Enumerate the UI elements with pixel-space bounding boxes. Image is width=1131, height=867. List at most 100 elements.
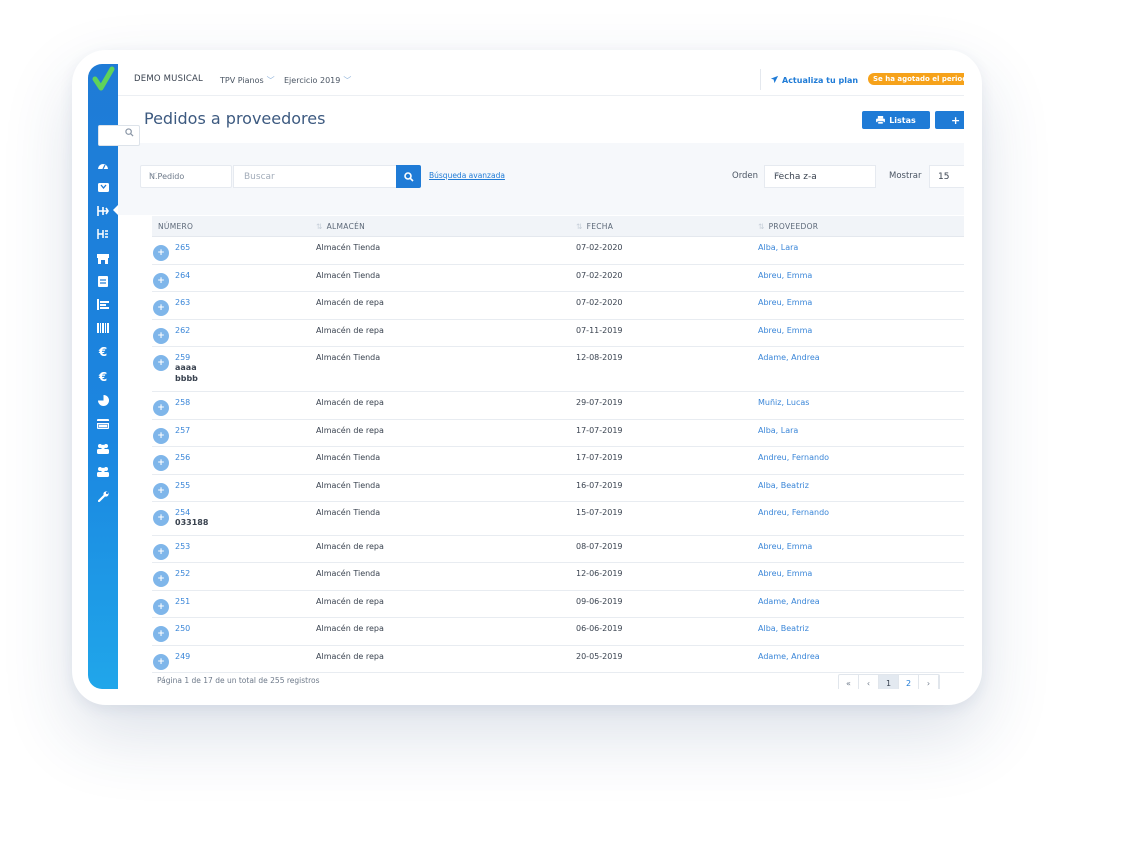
- table-row[interactable]: +256 Almacén Tienda 17-07-2019 Andreu, Fern…: [152, 447, 964, 475]
- order-number-link[interactable]: 254 033188: [175, 508, 208, 528]
- table-row[interactable]: +250 Almacén de repa 06-06-2019 Alba, Beatr…: [152, 618, 964, 646]
- euro-icon-2[interactable]: €: [95, 370, 111, 384]
- exercise-selector[interactable]: Ejercicio 2019 ﹀: [284, 75, 351, 86]
- table-row[interactable]: +264 Almacén Tienda 07-02-2020 Abreu, Emma: [152, 265, 964, 292]
- table-row[interactable]: +263 Almacén de repa 07-02-2020 Abreu, Emma: [152, 292, 964, 320]
- supplier-link[interactable]: Alba, Lara: [758, 243, 798, 252]
- table-row[interactable]: +254 033188 Almacén Tienda 15-07-2019 Andreu…: [152, 502, 964, 536]
- prev-page-button[interactable]: ‹: [859, 675, 879, 689]
- order-number-link[interactable]: 263: [175, 298, 190, 307]
- order-number-link[interactable]: 262: [175, 326, 190, 335]
- dashboard-icon[interactable]: [95, 158, 111, 172]
- upgrade-plan-link[interactable]: Actualiza tu plan: [770, 75, 858, 85]
- app-screen: € € DEMO MUSICAL TPV Pianos ﹀ Ejercicio 20…: [88, 64, 964, 689]
- order-number-link[interactable]: 256: [175, 453, 190, 462]
- pie-chart-icon[interactable]: [95, 393, 111, 407]
- expand-row-button[interactable]: +: [153, 400, 169, 416]
- supplier-link[interactable]: Adame, Andrea: [758, 652, 820, 661]
- supplier-link[interactable]: Alba, Beatriz: [758, 624, 809, 633]
- column-header-proveedor[interactable]: ⇅ PROVEEDOR: [758, 222, 818, 231]
- inbox-icon[interactable]: [95, 180, 111, 194]
- users-icon-2[interactable]: [95, 464, 111, 478]
- order-number-link[interactable]: 257: [175, 426, 190, 435]
- expand-row-button[interactable]: +: [153, 482, 169, 499]
- supplier-link[interactable]: Abreu, Emma: [758, 542, 812, 551]
- expand-row-button[interactable]: +: [153, 510, 169, 526]
- store-icon[interactable]: [95, 251, 111, 265]
- credit-card-icon[interactable]: [95, 417, 111, 431]
- add-order-button[interactable]: +: [935, 111, 964, 129]
- first-page-button[interactable]: «: [839, 675, 859, 689]
- expand-row-button[interactable]: +: [153, 543, 169, 560]
- barcode-icon[interactable]: [95, 321, 111, 335]
- order-number-link[interactable]: 265: [175, 243, 190, 252]
- column-header-fecha[interactable]: ⇅ FECHA: [576, 222, 613, 231]
- table-row[interactable]: +257 Almacén de repa 17-07-2019 Alba, Lara: [152, 420, 964, 447]
- order-number-link[interactable]: 259 aaaa bbbb: [175, 353, 198, 384]
- delivery-notes-icon[interactable]: [95, 227, 111, 241]
- expand-row-button[interactable]: +: [153, 653, 169, 670]
- order-number-link[interactable]: 264: [175, 271, 190, 280]
- search-button[interactable]: [396, 165, 421, 188]
- supplier-link[interactable]: Muñiz, Lucas: [758, 398, 809, 407]
- next-page-button[interactable]: ›: [919, 675, 939, 689]
- wrench-icon[interactable]: [95, 489, 111, 503]
- upgrade-label: Actualiza tu plan: [782, 76, 859, 85]
- supplier-link[interactable]: Alba, Lara: [758, 426, 798, 435]
- supplier-link[interactable]: Abreu, Emma: [758, 298, 812, 307]
- supplier-link[interactable]: Alba, Beatriz: [758, 481, 809, 490]
- purchase-orders-icon[interactable]: [95, 204, 111, 218]
- company-name[interactable]: DEMO MUSICAL: [134, 74, 203, 84]
- table-row[interactable]: +249 Almacén de repa 20-05-2019 Adame, Andr…: [152, 646, 964, 673]
- order-number-link[interactable]: 250: [175, 624, 190, 633]
- page-button-2[interactable]: 2: [899, 675, 919, 689]
- supplier-link[interactable]: Abreu, Emma: [758, 326, 812, 335]
- order-number-link[interactable]: 258: [175, 398, 190, 407]
- supplier-link[interactable]: Adame, Andrea: [758, 597, 820, 606]
- page-button-1[interactable]: 1: [879, 675, 899, 689]
- sidebar-search[interactable]: [98, 125, 140, 146]
- order-number-link[interactable]: 251: [175, 597, 190, 606]
- euro-icon[interactable]: €: [95, 345, 111, 359]
- expand-row-button[interactable]: +: [153, 626, 169, 642]
- table-row[interactable]: +255 Almacén Tienda 16-07-2019 Alba, Beatri…: [152, 475, 964, 502]
- order-number-link[interactable]: 253: [175, 542, 190, 551]
- users-icon[interactable]: [95, 441, 111, 455]
- table-row[interactable]: +251 Almacén de repa 09-06-2019 Adame, Andr…: [152, 591, 964, 618]
- search-field-select[interactable]: N.Pedido ﹀: [140, 165, 232, 188]
- order-select[interactable]: Fecha z-a ﹀: [764, 165, 876, 188]
- expand-row-button[interactable]: +: [153, 571, 169, 587]
- table-row[interactable]: +262 Almacén de repa 07-11-2019 Abreu, Emma: [152, 320, 964, 347]
- expand-row-button[interactable]: +: [153, 455, 169, 471]
- table-row[interactable]: +252 Almacén Tienda 12-06-2019 Abreu, Emma: [152, 563, 964, 591]
- table-row[interactable]: +258 Almacén de repa 29-07-2019 Muñiz, Luca…: [152, 392, 964, 420]
- expand-row-button[interactable]: +: [153, 245, 169, 261]
- column-header-almacen[interactable]: ⇅ ALMACÉN: [316, 222, 365, 231]
- search-input[interactable]: Buscar: [233, 165, 397, 188]
- listas-button[interactable]: Listas: [862, 111, 930, 129]
- supplier-link[interactable]: Abreu, Emma: [758, 569, 812, 578]
- order-number-link[interactable]: 255: [175, 481, 190, 490]
- supplier-link[interactable]: Andreu, Fernando: [758, 508, 829, 517]
- expand-row-button[interactable]: +: [153, 272, 169, 289]
- supplier-link[interactable]: Abreu, Emma: [758, 271, 812, 280]
- advanced-search-link[interactable]: Búsqueda avanzada: [429, 171, 505, 180]
- expand-row-button[interactable]: +: [153, 427, 169, 444]
- order-number-link[interactable]: 252: [175, 569, 190, 578]
- expand-row-button[interactable]: +: [153, 327, 169, 344]
- order-number-link[interactable]: 249: [175, 652, 190, 661]
- invoice-icon[interactable]: [95, 274, 111, 288]
- supplier-link[interactable]: Andreu, Fernando: [758, 453, 829, 462]
- expand-row-button[interactable]: +: [153, 598, 169, 615]
- table-row[interactable]: +253 Almacén de repa 08-07-2019 Abreu, Emma: [152, 536, 964, 563]
- ranking-icon[interactable]: [95, 297, 111, 311]
- expand-row-button[interactable]: +: [153, 300, 169, 316]
- show-count-input[interactable]: 15: [929, 165, 964, 188]
- date-cell: 07-02-2020: [576, 243, 623, 252]
- supplier-link[interactable]: Adame, Andrea: [758, 353, 820, 362]
- table-row[interactable]: +259 aaaa bbbb Almacén Tienda 12-08-2019 Adam…: [152, 347, 964, 392]
- table-row[interactable]: +265 Almacén Tienda 07-02-2020 Alba, Lara: [152, 237, 964, 265]
- column-header-numero[interactable]: NÚMERO: [158, 222, 193, 231]
- store-selector[interactable]: TPV Pianos ﹀: [220, 75, 275, 86]
- expand-row-button[interactable]: +: [153, 355, 169, 371]
